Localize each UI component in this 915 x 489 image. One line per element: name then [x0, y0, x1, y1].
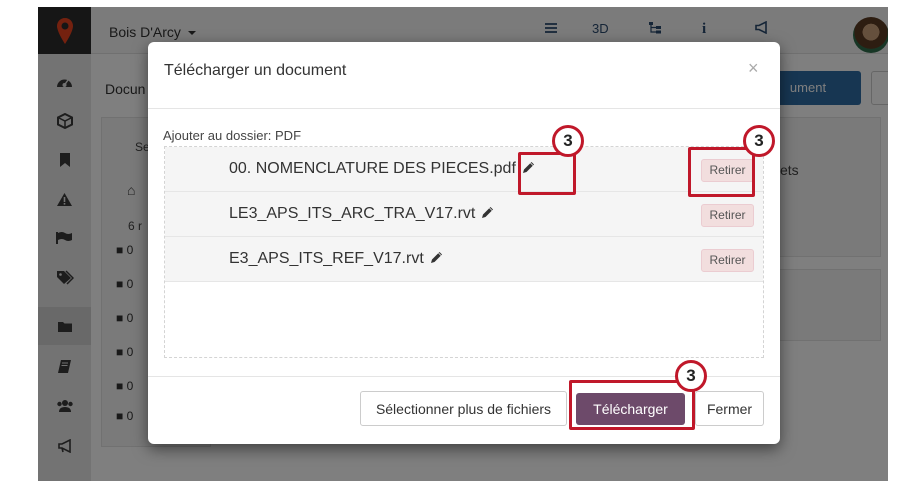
file-dropzone[interactable]: 00. NOMENCLATURE DES PIECES.pdf Retirer … — [164, 146, 764, 358]
select-more-files-button[interactable]: Sélectionner plus de fichiers — [360, 391, 567, 426]
step-badge: 3 — [675, 360, 707, 392]
file-name: E3_APS_ITS_REF_V17.rvt — [229, 250, 424, 267]
highlight-edit-filename — [518, 152, 576, 195]
pencil-icon[interactable] — [429, 250, 444, 270]
file-row: LE3_APS_ITS_ARC_TRA_V17.rvt Retirer — [165, 192, 763, 237]
step-badge: 3 — [743, 125, 775, 157]
target-folder-label: Ajouter au dossier: PDF — [163, 128, 302, 143]
pencil-icon[interactable] — [480, 205, 495, 225]
dialog-header: Télécharger un document × — [148, 42, 780, 109]
close-button[interactable]: Fermer — [695, 391, 764, 426]
file-row: 00. NOMENCLATURE DES PIECES.pdf Retirer — [165, 147, 763, 192]
remove-file-button[interactable]: Retirer — [701, 204, 754, 227]
remove-file-button[interactable]: Retirer — [701, 249, 754, 272]
file-name-row: LE3_APS_ITS_ARC_TRA_V17.rvt — [229, 205, 495, 225]
highlight-upload-button — [569, 380, 695, 430]
file-row: E3_APS_ITS_REF_V17.rvt Retirer — [165, 237, 763, 282]
file-name: LE3_APS_ITS_ARC_TRA_V17.rvt — [229, 205, 476, 222]
highlight-remove-button — [688, 147, 755, 197]
dialog-title: Télécharger un document — [164, 62, 347, 79]
app-window: Bois D'Arcy 3D i Docun ument ⋮ Se ⌂ 6 r … — [38, 7, 888, 481]
file-name-row: E3_APS_ITS_REF_V17.rvt — [229, 250, 444, 270]
step-badge: 3 — [552, 125, 584, 157]
close-icon[interactable]: × — [748, 58, 759, 79]
file-name: 00. NOMENCLATURE DES PIECES.pdf — [229, 160, 516, 177]
file-name-row: 00. NOMENCLATURE DES PIECES.pdf — [229, 160, 536, 180]
